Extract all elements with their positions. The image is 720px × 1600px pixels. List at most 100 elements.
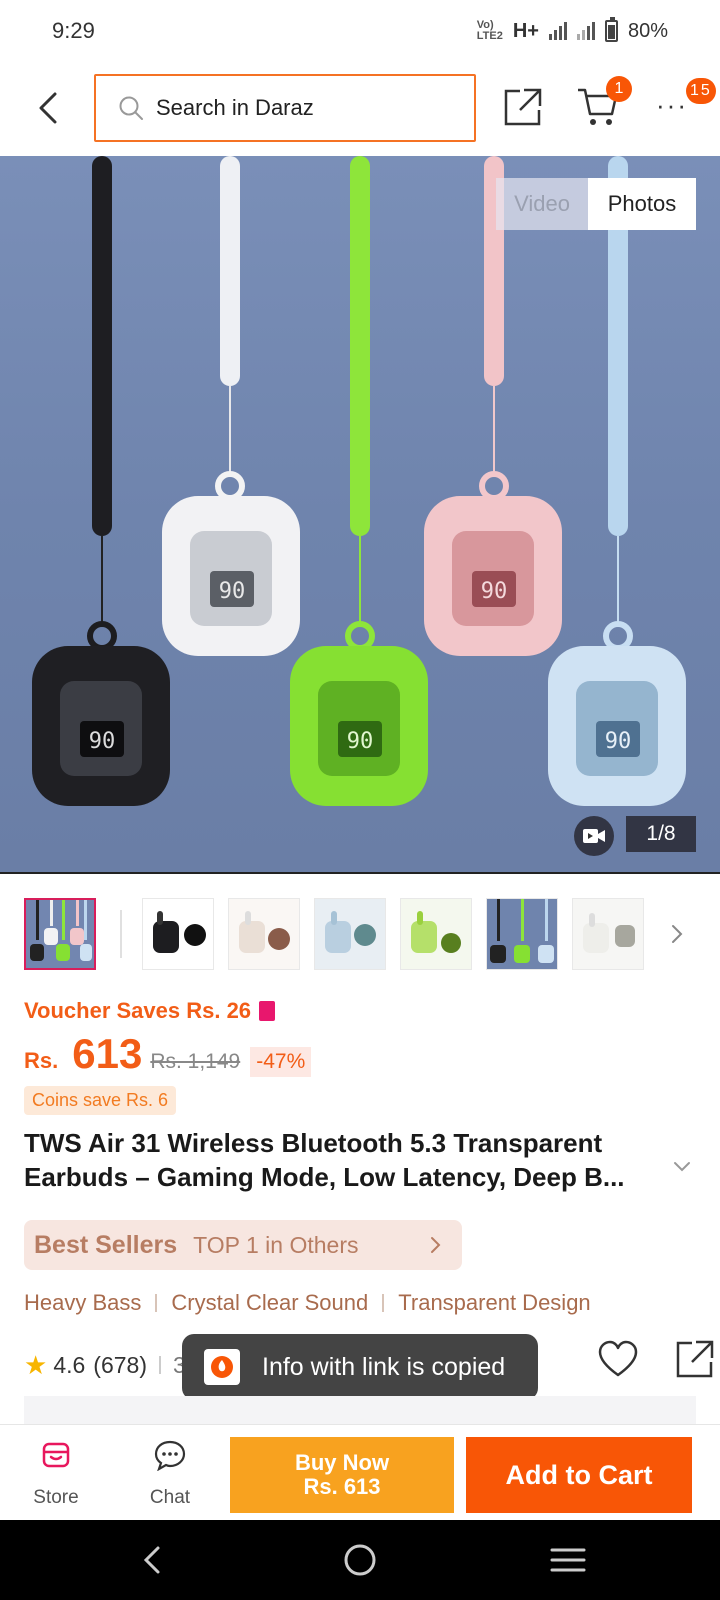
- more-badge: 15: [686, 78, 716, 104]
- thumbnail-image: [325, 911, 376, 953]
- svg-text:90: 90: [605, 729, 632, 754]
- product-title-line1: TWS Air 31 Wireless Bluetooth 5.3 Transp…: [24, 1128, 603, 1158]
- svg-text:90: 90: [89, 729, 116, 754]
- copied-toast: Info with link is copied: [182, 1334, 538, 1400]
- system-back-button[interactable]: [134, 1540, 174, 1580]
- search-input[interactable]: Search in Daraz: [94, 74, 476, 142]
- add-to-cart-button[interactable]: Add to Cart: [466, 1437, 692, 1513]
- chevron-left-icon: [143, 1546, 160, 1574]
- share-product-button[interactable]: [674, 1338, 716, 1380]
- image-counter: 1/8: [626, 816, 696, 852]
- wishlist-button[interactable]: [598, 1340, 638, 1380]
- store-icon: [42, 1442, 70, 1468]
- status-bar: 9:29 Vo) LTE2 H+ 80%: [0, 0, 720, 62]
- thumbnail-image: [153, 911, 206, 953]
- app-logo-icon: [204, 1349, 240, 1385]
- thumbnail-7[interactable]: [572, 898, 644, 970]
- search-placeholder: Search in Daraz: [156, 95, 314, 120]
- search-icon: [119, 96, 143, 120]
- chevron-left-icon: [39, 92, 57, 124]
- tab-video[interactable]: Video: [496, 178, 588, 230]
- bottom-action-bar: Store Chat Buy Now Rs. 613 Add to Cart: [0, 1424, 720, 1520]
- volte-indicator: Vo) LTE2: [476, 19, 503, 42]
- network-type: H+: [512, 19, 539, 42]
- thumbnail-6[interactable]: [486, 898, 558, 970]
- rating-divider: [159, 1356, 161, 1374]
- battery-percent: 80%: [627, 19, 668, 42]
- home-circle-icon: [344, 1544, 376, 1576]
- svg-text:90: 90: [219, 579, 246, 604]
- thumbnail-2[interactable]: [142, 898, 214, 970]
- signal-icon-2: [576, 22, 595, 40]
- buy-now-label: Buy Now: [294, 1450, 390, 1475]
- store-button[interactable]: Store: [16, 1439, 96, 1509]
- chat-button[interactable]: Chat: [130, 1439, 210, 1509]
- store-label: Store: [33, 1487, 79, 1508]
- svg-text:90: 90: [347, 729, 374, 754]
- chat-icon: [154, 1440, 186, 1471]
- heart-icon: [598, 1340, 638, 1377]
- system-menu-button[interactable]: [548, 1540, 588, 1580]
- share-icon: [676, 1340, 714, 1378]
- best-sellers-label: Best Sellers: [34, 1230, 178, 1259]
- svg-text:90: 90: [481, 579, 508, 604]
- thumbnail-4[interactable]: [314, 898, 386, 970]
- price-row: Rs. 613 Rs. 1,149 -47%: [24, 1030, 312, 1078]
- share-button[interactable]: [502, 86, 544, 128]
- best-sellers-banner[interactable]: Best Sellers TOP 1 in Others: [24, 1220, 462, 1270]
- thumbnail-1[interactable]: [24, 898, 96, 970]
- discount-badge: -47%: [250, 1047, 312, 1077]
- thumbnail-5[interactable]: [400, 898, 472, 970]
- status-icons: Vo) LTE2 H+ 80%: [476, 17, 668, 43]
- more-button[interactable]: ··· 15: [656, 78, 716, 120]
- price-currency: Rs.: [24, 1048, 59, 1073]
- system-navigation-bar: [0, 1520, 720, 1600]
- rating-count[interactable]: (678): [93, 1352, 147, 1379]
- toast-message: Info with link is copied: [262, 1352, 506, 1381]
- tag-item: Transparent Design: [398, 1290, 591, 1315]
- signal-icon: [548, 22, 567, 40]
- product-title[interactable]: TWS Air 31 Wireless Bluetooth 5.3 Transp…: [24, 1126, 664, 1194]
- best-sellers-rank: TOP 1 in Others: [193, 1231, 359, 1258]
- chevron-down-icon: [674, 1162, 690, 1172]
- star-icon: ★: [24, 1349, 48, 1380]
- thumbnail-next-button[interactable]: [666, 920, 688, 948]
- cart-badge: 1: [606, 76, 632, 102]
- media-tabs: Video Photos: [496, 178, 696, 230]
- thumbnail-image: [490, 899, 554, 963]
- system-home-button[interactable]: [340, 1540, 380, 1580]
- thumbnail-3[interactable]: [228, 898, 300, 970]
- cart-button[interactable]: 1: [576, 76, 632, 128]
- battery-icon: [604, 17, 618, 42]
- top-nav: Search in Daraz 1 ··· 15: [0, 62, 720, 154]
- expand-title-button[interactable]: [672, 1160, 692, 1174]
- buy-now-price: Rs. 613: [303, 1474, 381, 1499]
- chat-label: Chat: [149, 1487, 191, 1508]
- voucher-info[interactable]: Voucher Saves Rs. 26: [24, 998, 276, 1024]
- tag-item: Crystal Clear Sound: [171, 1290, 369, 1315]
- video-play-button[interactable]: [574, 816, 614, 856]
- thumbnail-image: [30, 900, 92, 961]
- share-icon: [504, 88, 542, 126]
- product-photo: 90 90 90 90 90: [32, 156, 686, 806]
- voucher-text: Voucher Saves Rs. 26: [24, 998, 252, 1023]
- product-image-gallery[interactable]: 90 90 90 90 90 Video Photos 1/8: [0, 156, 720, 874]
- rating-score[interactable]: 4.6: [53, 1352, 85, 1379]
- thumbnail-strip: [0, 898, 720, 974]
- back-button[interactable]: [30, 88, 66, 128]
- tab-photos[interactable]: Photos: [588, 178, 696, 230]
- menu-icon: [550, 1548, 586, 1572]
- chevron-right-icon: [672, 925, 683, 943]
- tag-item: Heavy Bass: [24, 1290, 142, 1315]
- video-camera-icon: [583, 829, 605, 843]
- original-price: Rs. 1,149: [150, 1050, 241, 1073]
- more-icon: ···: [656, 90, 688, 120]
- voucher-icon: [259, 1001, 276, 1021]
- buy-now-button[interactable]: Buy Now Rs. 613: [230, 1437, 454, 1513]
- feature-tags: Heavy Bass Crystal Clear Sound Transpare…: [24, 1290, 591, 1316]
- chevron-right-icon: [431, 1237, 441, 1253]
- coins-badge: Coins save Rs. 6: [24, 1086, 177, 1115]
- thumbnail-image: [411, 911, 461, 953]
- tag-divider: [382, 1294, 385, 1312]
- current-price: 613: [72, 1030, 143, 1077]
